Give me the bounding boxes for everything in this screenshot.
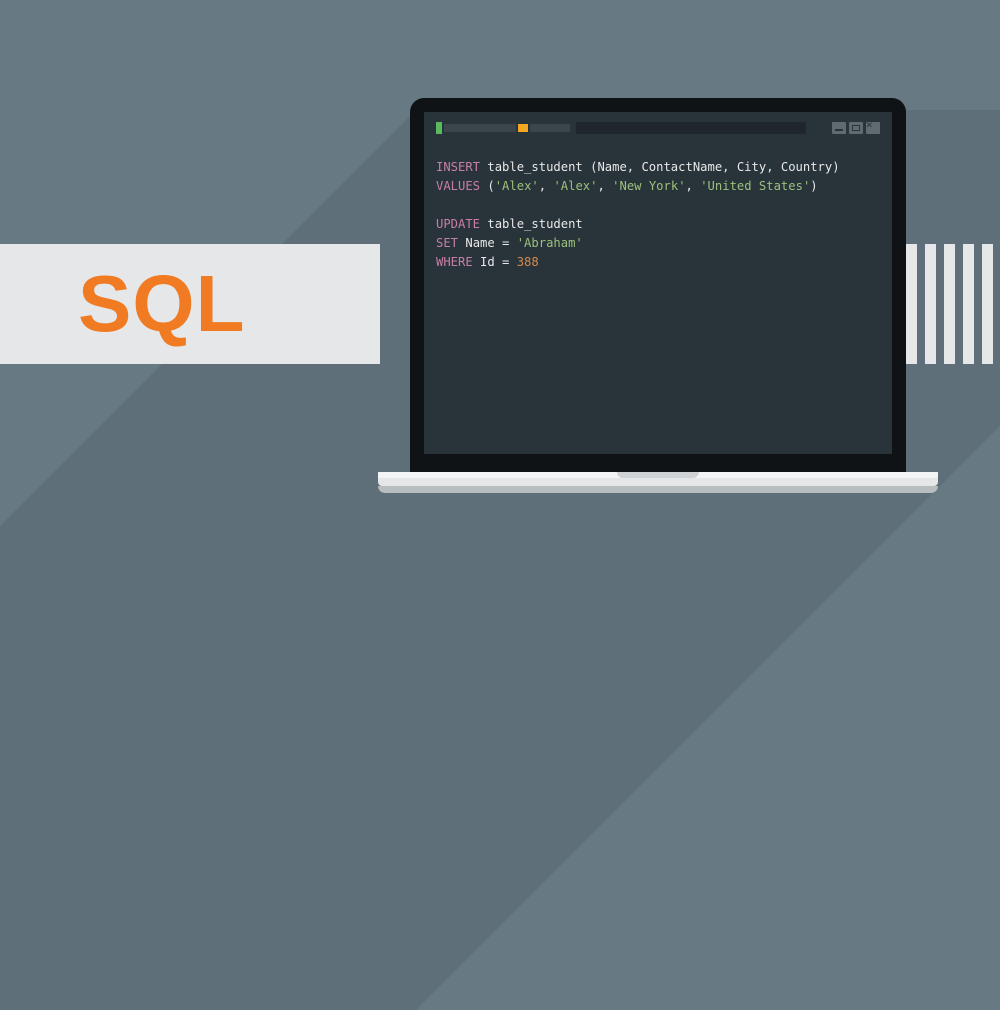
identifier: table_student (480, 160, 590, 174)
number-literal: 388 (517, 255, 539, 269)
close-icon[interactable] (866, 122, 880, 134)
brand-label: SQL (78, 258, 245, 350)
toolbar-address (576, 122, 806, 134)
window-controls (832, 122, 880, 134)
keyword: UPDATE (436, 217, 480, 231)
maximize-icon[interactable] (849, 122, 863, 134)
laptop: INSERT table_student (Name, ContactName,… (410, 98, 906, 493)
keyword: SET (436, 236, 458, 250)
keyword: INSERT (436, 160, 480, 174)
laptop-base (378, 472, 938, 486)
toolbar-segment (436, 122, 442, 134)
string-literal: 'United States' (700, 179, 810, 193)
minimize-icon[interactable] (832, 122, 846, 134)
laptop-foot (378, 486, 938, 493)
code-block: INSERT table_student (Name, ContactName,… (436, 158, 880, 271)
string-literal: 'Alex' (553, 179, 597, 193)
string-literal: 'New York' (612, 179, 685, 193)
keyword: WHERE (436, 255, 473, 269)
columns: Name, ContactName, City, Country (597, 160, 832, 174)
identifier: table_student (480, 217, 583, 231)
brand-band: SQL (0, 244, 380, 364)
laptop-bezel: INSERT table_student (Name, ContactName,… (410, 98, 906, 472)
string-literal: 'Alex' (495, 179, 539, 193)
toolbar-segment (444, 124, 516, 132)
toolbar-segment (530, 124, 570, 132)
toolbar-segment (518, 124, 528, 132)
keyword: VALUES (436, 179, 480, 193)
string-literal: 'Abraham' (517, 236, 583, 250)
editor-screen: INSERT table_student (Name, ContactName,… (424, 112, 892, 454)
editor-toolbar (436, 122, 880, 134)
